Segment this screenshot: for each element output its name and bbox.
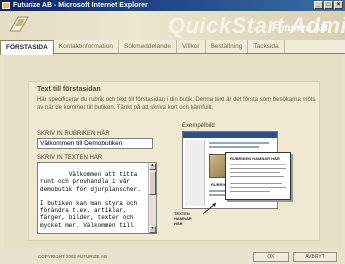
tab-sokmeddelande[interactable]: Sökmeddelande [119,40,177,53]
tab-bar: FÖRSTASIDA Kontaktinformation Sökmeddela… [0,40,345,55]
tab-kontaktinformation[interactable]: Kontaktinformation [54,40,119,53]
preview-text-line [209,146,259,148]
close-button[interactable]: × [334,1,343,9]
preview-sidebar [185,140,205,206]
ie-icon [2,2,10,9]
headline-label: SKRIV IN RUBRIKEN HÄR [37,131,110,137]
section-description: Här specificerar du rubrik och text till… [37,97,316,111]
scroll-down-icon[interactable]: ▼ [149,226,156,233]
browser-window: Futurize AB - Microsoft Internet Explore… [0,0,345,264]
window-titlebar: Futurize AB - Microsoft Internet Explore… [0,0,345,11]
headline-input[interactable]: Välkommen till Demobutiken [37,138,153,149]
popup-text-line [230,172,280,173]
popup-text-line [230,183,282,184]
popup-text-line [230,176,284,177]
tab-forstasida[interactable]: FÖRSTASIDA [0,40,54,55]
cancel-button[interactable]: AVBRYT [293,252,337,262]
preview-text-line [209,142,269,144]
popup-text-line [230,187,286,188]
scroll-thumb[interactable] [149,171,156,195]
popup-text-line [230,191,270,192]
maximize-button[interactable]: □ [324,1,333,9]
body-text-area[interactable]: Välkommen att titta runt och provhandla … [37,162,157,234]
text-scrollbar[interactable]: ▲ ▼ [148,163,156,233]
header-banner: QuickStart Admin Futurize AB [0,11,345,40]
text-label: SKRIV IN TEXTEN HÄR [37,155,103,161]
example-popup-card: RUBRIKEN HAMNAR HÄR [225,152,291,200]
pointer-arrow-icon [202,202,217,215]
section-heading: Text till förstasidan [37,86,101,93]
ok-button[interactable]: OK [253,252,289,262]
preview-header-bar [183,132,277,138]
popup-title: RUBRIKEN HAMNAR HÄR [230,156,280,161]
main-panel: Text till förstasidan Här specificerar d… [4,55,341,248]
futurize-logo-icon [9,16,29,32]
tab-tacksida[interactable]: Tacksida [248,40,285,53]
body-text-value: Välkommen att titta runt och provhandla … [40,171,141,229]
preview-caption-text: TEXTEN HAMNAR HÄR [174,211,192,226]
copyright-text: COPYRIGHT 2002 FUTURIZE AB [38,254,108,259]
popup-text-line [230,168,286,169]
window-controls: _ □ × [314,1,343,9]
minimize-button[interactable]: _ [314,1,323,9]
tab-villkor[interactable]: Villkor [177,40,206,53]
scroll-up-icon[interactable]: ▲ [149,163,156,170]
popup-divider [230,164,286,165]
footer-bar: COPYRIGHT 2002 FUTURIZE AB OK AVBRYT [4,248,341,264]
brand-name: Futurize AB [272,23,328,34]
window-title: Futurize AB - Microsoft Internet Explore… [13,2,148,9]
example-image-label: Exempelbild [182,123,215,129]
tab-bestallning[interactable]: Beställning [206,40,249,53]
